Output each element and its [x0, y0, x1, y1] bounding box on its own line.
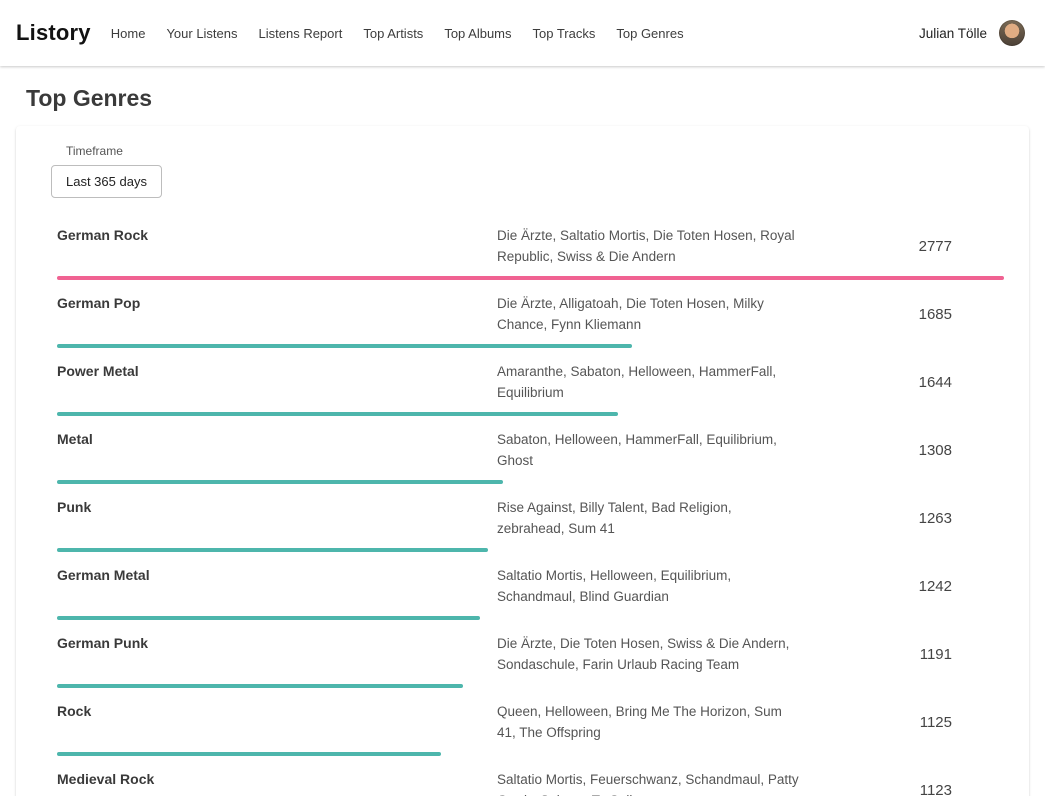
table-row: German Punk Die Ärzte, Die Toten Hosen, … — [57, 620, 1004, 688]
top-nav: Listory Home Your Listens Listens Report To… — [0, 0, 1045, 66]
genre-artists: Sabaton, Helloween, HammerFall, Equilibr… — [497, 429, 802, 471]
page-title: Top Genres — [26, 85, 1045, 112]
genre-name: Power Metal — [57, 361, 497, 379]
timeframe-select[interactable]: Last 365 days — [51, 165, 162, 198]
user-area: Julian Tölle — [919, 20, 1025, 46]
nav-item-top-artists[interactable]: Top Artists — [363, 26, 423, 41]
timeframe-label: Timeframe — [66, 144, 1029, 158]
nav-item-listens-report[interactable]: Listens Report — [259, 26, 343, 41]
table-row: German Rock Die Ärzte, Saltatio Mortis, … — [57, 212, 1004, 280]
genre-artists: Amaranthe, Sabaton, Helloween, HammerFal… — [497, 361, 802, 403]
nav-item-your-listens[interactable]: Your Listens — [166, 26, 237, 41]
genre-name: Medieval Rock — [57, 769, 497, 787]
genres-table: German Rock Die Ärzte, Saltatio Mortis, … — [16, 206, 1029, 796]
genre-count: 1125 — [802, 714, 1004, 731]
table-row: Medieval Rock Saltatio Mortis, Feuerschw… — [57, 756, 1004, 796]
table-row-content: German Metal Saltatio Mortis, Helloween,… — [57, 565, 1004, 607]
app-logo[interactable]: Listory — [16, 20, 91, 46]
genre-artists: Die Ärzte, Saltatio Mortis, Die Toten Ho… — [497, 225, 802, 267]
genre-name: Rock — [57, 701, 497, 719]
nav-item-top-genres[interactable]: Top Genres — [616, 26, 683, 41]
genre-name: Metal — [57, 429, 497, 447]
table-row: German Metal Saltatio Mortis, Helloween,… — [57, 552, 1004, 620]
table-row-content: German Punk Die Ärzte, Die Toten Hosen, … — [57, 633, 1004, 675]
user-avatar[interactable] — [999, 20, 1025, 46]
genre-name: Punk — [57, 497, 497, 515]
table-row-content: Metal Sabaton, Helloween, HammerFall, Eq… — [57, 429, 1004, 471]
genre-count: 1242 — [802, 578, 1004, 595]
timeframe-filter: Timeframe Last 365 days — [16, 144, 1029, 206]
genre-count: 1123 — [802, 782, 1004, 796]
top-genres-card: Timeframe Last 365 days German Rock Die … — [16, 126, 1029, 796]
table-row-content: Medieval Rock Saltatio Mortis, Feuerschw… — [57, 769, 1004, 796]
nav-item-top-albums[interactable]: Top Albums — [444, 26, 511, 41]
genre-name: German Pop — [57, 293, 497, 311]
table-row-content: German Pop Die Ärzte, Alligatoah, Die To… — [57, 293, 1004, 335]
genre-count: 1191 — [802, 646, 1004, 663]
genre-count: 1685 — [802, 306, 1004, 323]
table-row-content: Rock Queen, Helloween, Bring Me The Hori… — [57, 701, 1004, 743]
nav-item-home[interactable]: Home — [111, 26, 146, 41]
genre-artists: Queen, Helloween, Bring Me The Horizon, … — [497, 701, 802, 743]
nav-links: Home Your Listens Listens Report Top Artist… — [111, 26, 684, 41]
user-menu-button[interactable]: Julian Tölle — [919, 26, 987, 41]
table-row-content: Punk Rise Against, Billy Talent, Bad Rel… — [57, 497, 1004, 539]
genre-artists: Saltatio Mortis, Feuerschwanz, Schandmau… — [497, 769, 802, 796]
table-row: Punk Rise Against, Billy Talent, Bad Rel… — [57, 484, 1004, 552]
genre-artists: Die Ärzte, Die Toten Hosen, Swiss & Die … — [497, 633, 802, 675]
genre-artists: Rise Against, Billy Talent, Bad Religion… — [497, 497, 802, 539]
genre-count: 1263 — [802, 510, 1004, 527]
table-row-content: German Rock Die Ärzte, Saltatio Mortis, … — [57, 225, 1004, 267]
table-row: Power Metal Amaranthe, Sabaton, Hellowee… — [57, 348, 1004, 416]
genre-count: 1644 — [802, 374, 1004, 391]
table-row: German Pop Die Ärzte, Alligatoah, Die To… — [57, 280, 1004, 348]
genre-artists: Die Ärzte, Alligatoah, Die Toten Hosen, … — [497, 293, 802, 335]
table-row: Rock Queen, Helloween, Bring Me The Hori… — [57, 688, 1004, 756]
genre-count: 2777 — [802, 238, 1004, 255]
table-row-content: Power Metal Amaranthe, Sabaton, Hellowee… — [57, 361, 1004, 403]
genre-count: 1308 — [802, 442, 1004, 459]
table-row: Metal Sabaton, Helloween, HammerFall, Eq… — [57, 416, 1004, 484]
nav-item-top-tracks[interactable]: Top Tracks — [533, 26, 596, 41]
genre-name: German Rock — [57, 225, 497, 243]
genre-name: German Metal — [57, 565, 497, 583]
genre-artists: Saltatio Mortis, Helloween, Equilibrium,… — [497, 565, 802, 607]
genre-name: German Punk — [57, 633, 497, 651]
